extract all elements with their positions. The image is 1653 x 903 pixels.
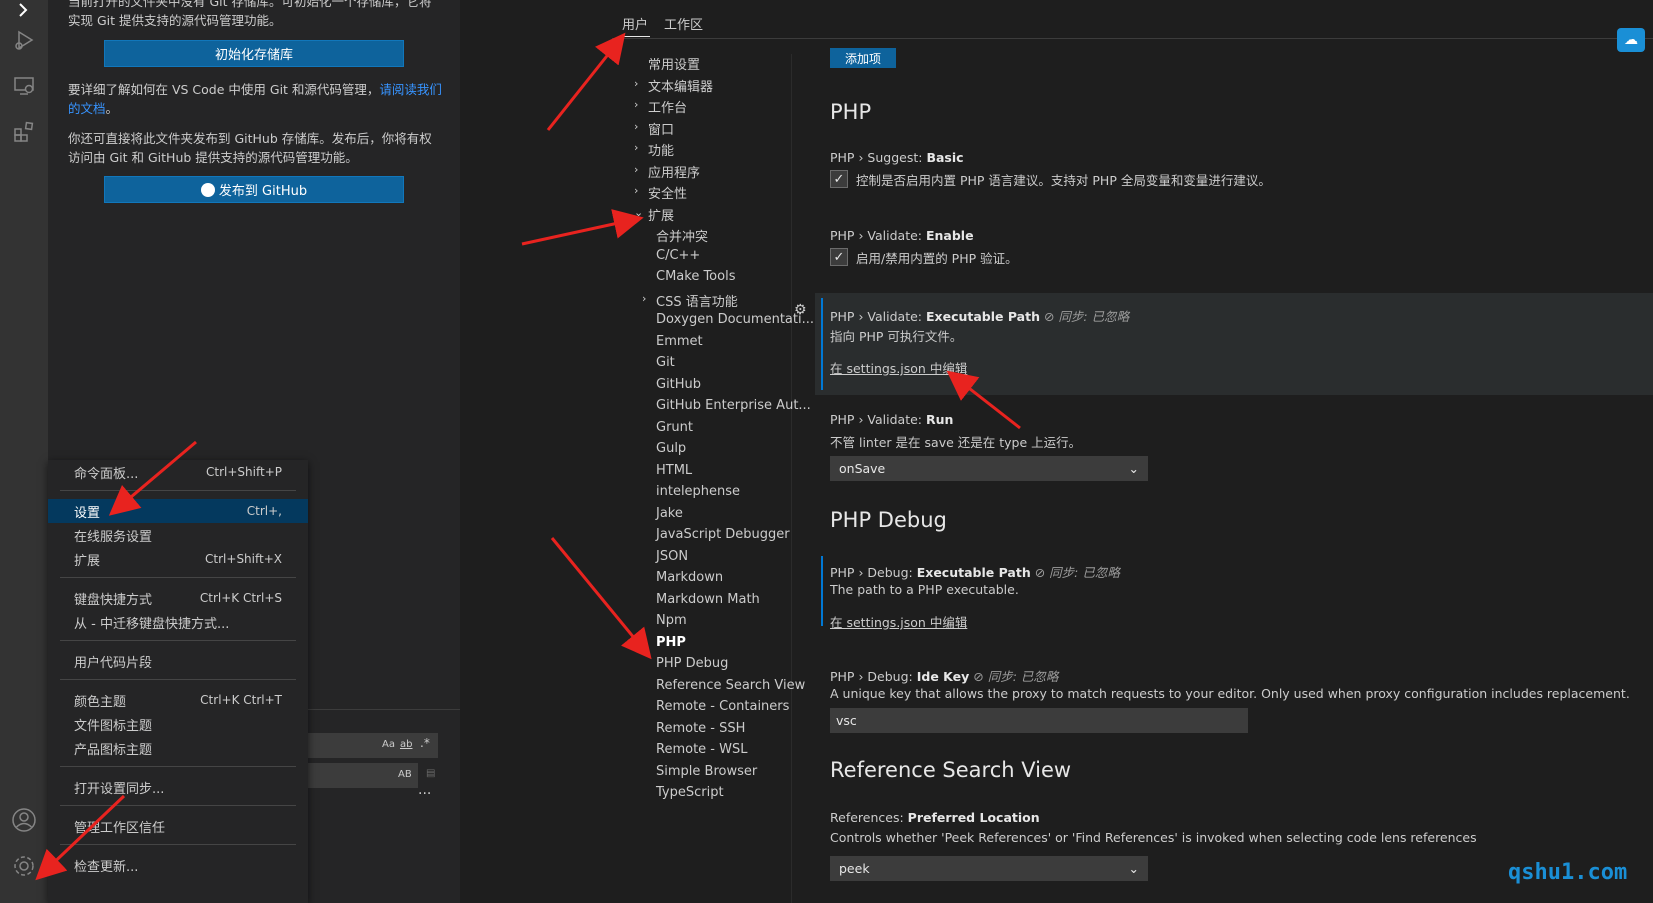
arrow-to-json-link <box>946 370 1021 430</box>
arrow-to-php <box>550 537 652 660</box>
arrow-to-settings <box>108 440 197 516</box>
annotation-arrows <box>35 32 1021 881</box>
arrow-to-gear <box>35 794 126 881</box>
arrow-to-user-tab <box>546 32 626 131</box>
arrow-to-extensions <box>521 209 644 246</box>
